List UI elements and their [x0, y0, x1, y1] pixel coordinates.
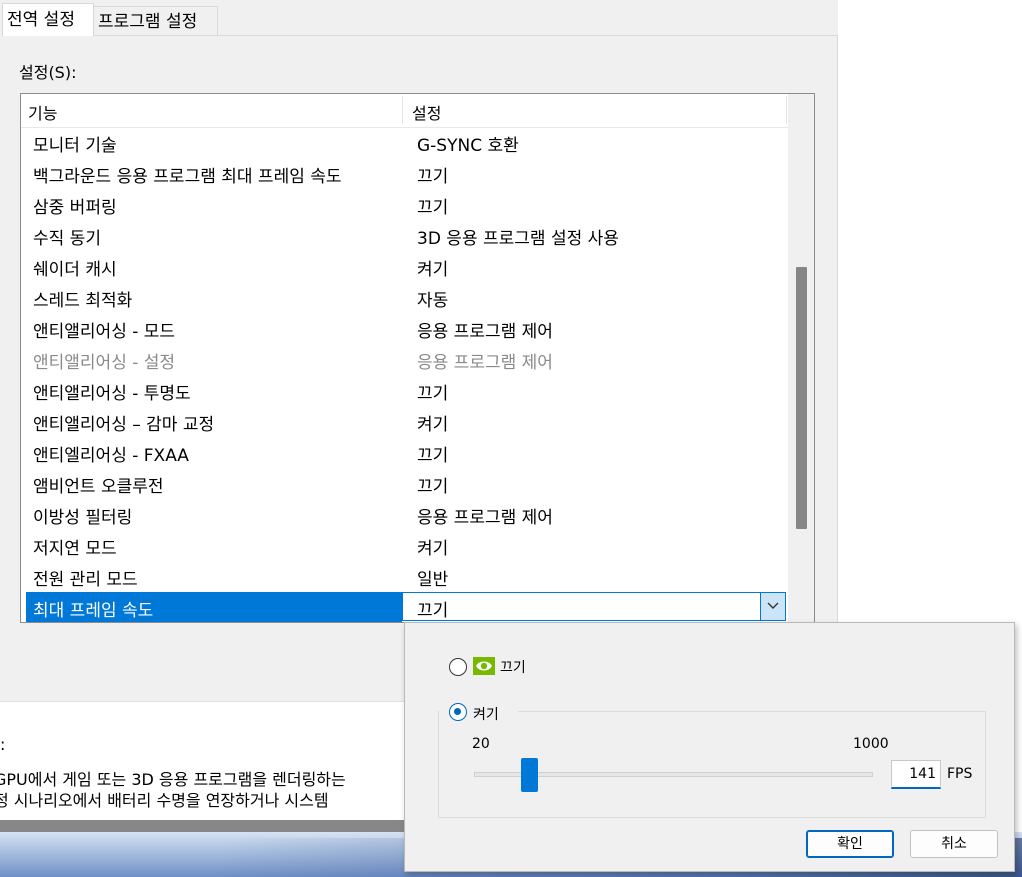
list-row[interactable]: 삼중 버퍼링 끄기 [21, 189, 788, 220]
setting-value: 일반 [417, 570, 449, 590]
list-row[interactable]: 백그라운드 응용 프로그램 최대 프레임 속도 끄기 [21, 158, 788, 189]
tab-program-settings[interactable]: 프로그램 설정 [94, 6, 218, 36]
setting-value: 끄기 [417, 477, 449, 497]
setting-value: 3D 응용 프로그램 설정 사용 [417, 229, 619, 249]
column-header-feature[interactable]: 기능 [28, 100, 57, 124]
option-off-label[interactable]: 끄기 [500, 657, 526, 677]
setting-value: 응용 프로그램 제어 [417, 322, 553, 342]
list-row-disabled: 앤티앨리어싱 - 설정 응용 프로그램 제어 [21, 344, 788, 375]
setting-value: 응용 프로그램 제어 [417, 353, 553, 373]
feature-name: 앤티앨리어싱 - 설정 [33, 353, 176, 373]
horizontal-scrollbar[interactable] [0, 820, 420, 832]
setting-value: 켜기 [417, 260, 449, 280]
column-header-setting[interactable]: 설정 [412, 100, 441, 124]
feature-name: 앤티앨리어싱 - 투명도 [33, 384, 191, 404]
list-row[interactable]: 저지연 모드 켜기 [21, 530, 788, 561]
feature-name: 스레드 최적화 [33, 291, 133, 311]
radio-off[interactable] [449, 658, 467, 676]
feature-name: 전원 관리 모드 [33, 570, 138, 590]
list-row[interactable]: 모니터 기술 G-SYNC 호환 [21, 127, 788, 158]
setting-value: 끄기 [417, 167, 449, 187]
slider-max-label: 1000 [853, 736, 889, 752]
list-row[interactable]: 전원 관리 모드 일반 [21, 561, 788, 592]
settings-list[interactable]: 기능 설정 모니터 기술 G-SYNC 호환 백그라운드 응용 프로그램 최대 프… [20, 93, 815, 623]
feature-name: 백그라운드 응용 프로그램 최대 프레임 속도 [33, 167, 342, 187]
setting-value: 끄기 [417, 198, 449, 218]
feature-name: 저지연 모드 [33, 539, 117, 559]
list-rows: 모니터 기술 G-SYNC 호환 백그라운드 응용 프로그램 최대 프레임 속도 끄… [21, 127, 788, 622]
list-row[interactable]: 앤티엘리어싱 - FXAA 끄기 [21, 437, 788, 468]
chevron-down-icon [767, 602, 779, 609]
setting-value: 켜기 [417, 415, 449, 435]
combobox-dropdown-button[interactable] [760, 593, 785, 620]
setting-value: 자동 [417, 291, 449, 311]
column-separator[interactable] [402, 96, 403, 124]
feature-name: 앤티앨리어싱 - 모드 [33, 322, 176, 342]
list-row[interactable]: 앤티앨리어싱 – 감마 교정 켜기 [21, 406, 788, 437]
list-row[interactable]: 수직 동기 3D 응용 프로그램 설정 사용 [21, 220, 788, 251]
feature-name: 앤티앨리어싱 – 감마 교정 [33, 415, 215, 435]
fps-slider-thumb[interactable] [521, 758, 538, 792]
description-text-line: 정 시나리오에서 배터리 수명을 연장하거나 시스템 [0, 791, 329, 810]
list-row[interactable]: 앤티앨리어싱 - 투명도 끄기 [21, 375, 788, 406]
fps-input[interactable]: 141 [891, 760, 941, 789]
fps-unit-label: FPS [947, 766, 973, 782]
feature-name: 앤티엘리어싱 - FXAA [33, 446, 189, 466]
feature-name: 이방성 필터링 [33, 508, 133, 528]
setting-combobox[interactable]: 끄기 [402, 592, 786, 621]
feature-name: 삼중 버퍼링 [33, 198, 117, 218]
feature-name: 쉐이더 캐시 [33, 260, 117, 280]
feature-name: 최대 프레임 속도 [33, 601, 154, 621]
max-frame-rate-popup: 끄기 켜기 20 1000 141 FPS 확인 취소 [404, 622, 1015, 872]
setting-value: 응용 프로그램 제어 [417, 508, 553, 528]
cancel-button[interactable]: 취소 [910, 830, 998, 858]
setting-value: 끄기 [417, 446, 449, 466]
settings-label: 설정(S): [19, 63, 77, 82]
list-row[interactable]: 스레드 최적화 자동 [21, 282, 788, 313]
list-row[interactable]: 앰비언트 오클루전 끄기 [21, 468, 788, 499]
slider-min-label: 20 [472, 736, 490, 752]
feature-name: 모니터 기술 [33, 136, 117, 156]
list-vertical-scrollbar[interactable] [788, 94, 814, 622]
ok-button[interactable]: 확인 [806, 830, 894, 858]
setting-value: 끄기 [417, 384, 449, 404]
list-row[interactable]: 앤티앨리어싱 - 모드 응용 프로그램 제어 [21, 313, 788, 344]
description-label: : [0, 735, 6, 754]
tab-divider [2, 35, 838, 36]
list-row[interactable]: 쉐이더 캐시 켜기 [21, 251, 788, 282]
combobox-value: 끄기 [417, 601, 449, 621]
setting-value: G-SYNC 호환 [417, 136, 519, 156]
feature-name: 앰비언트 오클루전 [33, 477, 164, 497]
list-header: 기능 설정 [21, 94, 788, 128]
setting-value: 켜기 [417, 539, 449, 559]
list-row[interactable]: 이방성 필터링 응용 프로그램 제어 [21, 499, 788, 530]
scrollbar-thumb[interactable] [796, 267, 807, 529]
column-separator[interactable] [786, 96, 787, 124]
tab-global-settings[interactable]: 전역 설정 [2, 3, 94, 36]
feature-name: 수직 동기 [33, 229, 101, 249]
nvidia-logo-icon [473, 657, 495, 675]
list-row-selected[interactable]: 최대 프레임 속도 끄기 [21, 592, 788, 622]
